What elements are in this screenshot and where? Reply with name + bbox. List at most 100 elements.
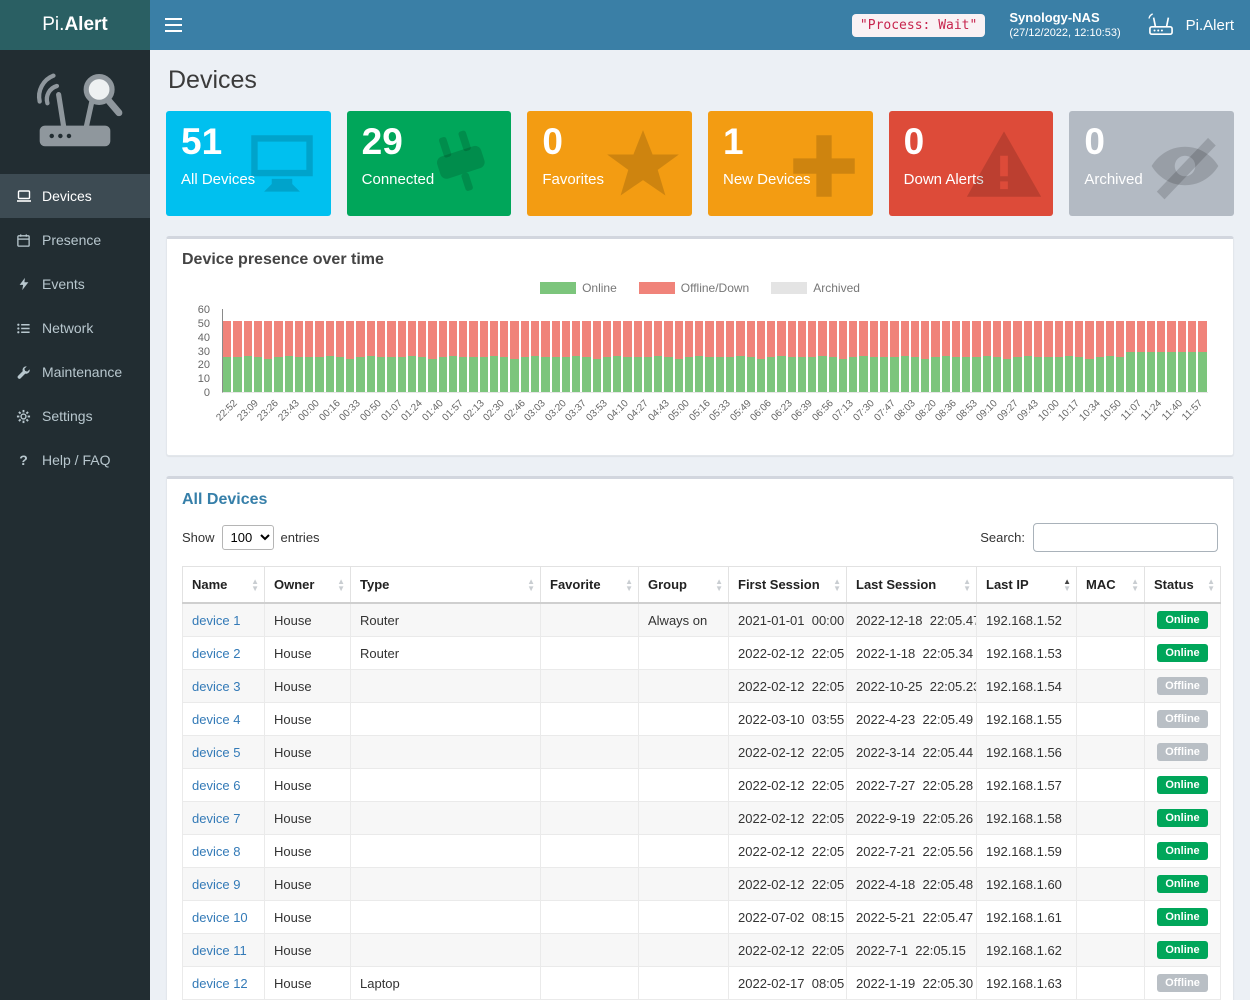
table-row: device 11House2022-02-12 22:052022-7-1 2… (183, 934, 1221, 967)
column-header-mac[interactable]: MAC▲▼ (1077, 567, 1145, 604)
cell-name: device 4 (183, 703, 265, 736)
cell-favorite (541, 769, 639, 802)
cell-last-ip: 192.168.1.60 (977, 868, 1077, 901)
cell-owner: House (265, 769, 351, 802)
search-label: Search: (980, 530, 1025, 545)
device-link[interactable]: device 1 (192, 613, 240, 628)
card-new-devices[interactable]: 1 New Devices (708, 111, 873, 216)
cell-first-session: 2022-02-12 22:05 (729, 802, 847, 835)
device-link[interactable]: device 10 (192, 910, 248, 925)
cell-owner: House (265, 835, 351, 868)
host-timestamp: (27/12/2022, 12:10:53) (1009, 26, 1120, 41)
host-name: Synology-NAS (1009, 9, 1120, 27)
sidebar-item-help-faq[interactable]: ? Help / FAQ (0, 438, 150, 482)
card-favorites[interactable]: 0 Favorites (527, 111, 692, 216)
sidebar-item-maintenance[interactable]: Maintenance (0, 350, 150, 394)
sidebar-item-settings[interactable]: Settings (0, 394, 150, 438)
page-title: Devices (168, 66, 1234, 95)
status-badge: Online (1157, 611, 1207, 629)
column-header-status[interactable]: Status▲▼ (1145, 567, 1221, 604)
status-badge: Online (1157, 644, 1207, 662)
cell-mac (1077, 736, 1145, 769)
cell-last-session: 2022-9-19 22:05.26 (847, 802, 977, 835)
status-badge: Online (1157, 941, 1207, 959)
sort-icon: ▲▼ (1063, 578, 1071, 592)
column-header-first-session[interactable]: First Session▲▼ (729, 567, 847, 604)
device-link[interactable]: device 5 (192, 745, 240, 760)
table-header-row: Name▲▼Owner▲▼Type▲▼Favorite▲▼Group▲▼Firs… (183, 567, 1221, 604)
column-header-favorite[interactable]: Favorite▲▼ (541, 567, 639, 604)
cell-status: Online (1145, 868, 1221, 901)
cell-favorite (541, 934, 639, 967)
cell-last-session: 2022-1-19 22:05.30 (847, 967, 977, 1000)
presence-panel-title: Device presence over time (167, 239, 1233, 277)
table-row: device 10House2022-07-02 08:152022-5-21 … (183, 901, 1221, 934)
table-body: device 1HouseRouterAlways on2021-01-01 0… (183, 603, 1221, 1000)
cell-status: Online (1145, 769, 1221, 802)
cell-mac (1077, 835, 1145, 868)
cell-favorite (541, 868, 639, 901)
sidebar-item-presence[interactable]: Presence (0, 218, 150, 262)
device-link[interactable]: device 12 (192, 976, 248, 991)
column-header-last-ip[interactable]: Last IP▲▼ (977, 567, 1077, 604)
cell-group (639, 934, 729, 967)
app-logo[interactable]: Pi.Alert (0, 0, 150, 50)
cell-last-ip: 192.168.1.62 (977, 934, 1077, 967)
card-connected[interactable]: 29 Connected (347, 111, 512, 216)
sidebar-item-label: Help / FAQ (42, 452, 110, 468)
sidebar-item-label: Settings (42, 408, 93, 424)
cell-last-session: 2022-7-21 22:05.56 (847, 835, 977, 868)
cell-name: device 8 (183, 835, 265, 868)
sidebar-item-devices[interactable]: Devices (0, 174, 150, 218)
list-icon (15, 321, 32, 336)
sidebar-item-label: Events (42, 276, 85, 292)
column-header-name[interactable]: Name▲▼ (183, 567, 265, 604)
column-header-last-session[interactable]: Last Session▲▼ (847, 567, 977, 604)
cell-type (351, 769, 541, 802)
sidebar-item-events[interactable]: Events (0, 262, 150, 306)
cell-group (639, 835, 729, 868)
sidebar-item-network[interactable]: Network (0, 306, 150, 350)
status-badge: Online (1157, 875, 1207, 893)
cell-first-session: 2022-02-12 22:05 (729, 736, 847, 769)
hamburger-menu-icon[interactable] (150, 0, 196, 50)
column-header-type[interactable]: Type▲▼ (351, 567, 541, 604)
cell-last-session: 2022-4-18 22:05.48 (847, 868, 977, 901)
cell-status: Online (1145, 835, 1221, 868)
cell-status: Online (1145, 802, 1221, 835)
device-link[interactable]: device 3 (192, 679, 240, 694)
cell-mac (1077, 901, 1145, 934)
device-link[interactable]: device 8 (192, 844, 240, 859)
wrench-icon (15, 365, 32, 380)
card-down-alerts[interactable]: 0 Down Alerts (889, 111, 1054, 216)
table-row: device 4House2022-03-10 03:552022-4-23 2… (183, 703, 1221, 736)
status-badge: Online (1157, 776, 1207, 794)
column-header-group[interactable]: Group▲▼ (639, 567, 729, 604)
chart-legend: OnlineOffline/DownArchived (182, 277, 1218, 307)
device-link[interactable]: device 2 (192, 646, 240, 661)
card-all-devices[interactable]: 51 All Devices (166, 111, 331, 216)
cell-last-session: 2022-3-14 22:05.44 (847, 736, 977, 769)
card-archived[interactable]: 0 Archived (1069, 111, 1234, 216)
sidebar-logo (0, 50, 150, 174)
device-link[interactable]: device 9 (192, 877, 240, 892)
cell-group: Always on (639, 603, 729, 637)
legend-item: Offline/Down (639, 281, 749, 295)
cell-mac (1077, 703, 1145, 736)
legend-item: Archived (771, 281, 860, 295)
page-length-control: Show 100 entries (182, 525, 320, 550)
device-link[interactable]: device 4 (192, 712, 240, 727)
cell-favorite (541, 802, 639, 835)
table-row: device 8House2022-02-12 22:052022-7-21 2… (183, 835, 1221, 868)
column-header-owner[interactable]: Owner▲▼ (265, 567, 351, 604)
cell-mac (1077, 967, 1145, 1000)
device-link[interactable]: device 11 (192, 943, 247, 958)
cell-owner: House (265, 868, 351, 901)
cell-last-ip: 192.168.1.55 (977, 703, 1077, 736)
cell-owner: House (265, 670, 351, 703)
device-link[interactable]: device 6 (192, 778, 240, 793)
search-input[interactable] (1033, 523, 1218, 552)
cell-group (639, 901, 729, 934)
page-length-select[interactable]: 100 (222, 525, 274, 550)
device-link[interactable]: device 7 (192, 811, 240, 826)
